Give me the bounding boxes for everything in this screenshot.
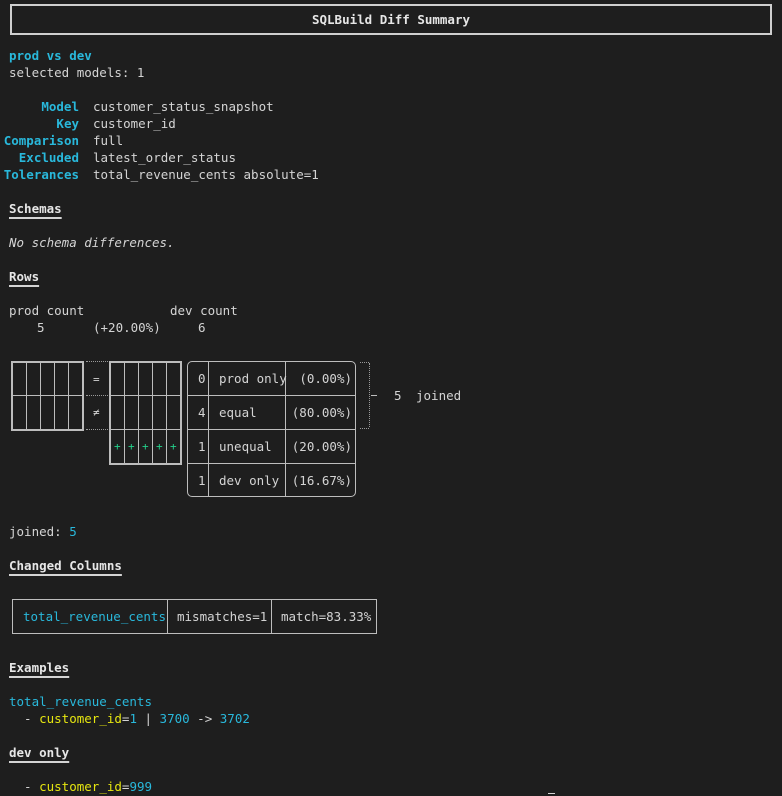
meta-value-model: customer_status_snapshot [93,99,274,114]
table-divider [167,600,168,633]
example-column-name: total_revenue_cents [9,694,152,709]
dev-only-key-label: customer_id [39,779,122,794]
list-bullet: - [9,779,40,794]
examples-heading: Examples [9,660,70,675]
equal-symbol: = [93,373,100,386]
connector-line [86,429,108,430]
breakdown-row-unequal: 1 unequal (20.00%) [188,430,355,464]
example-new-value: 3702 [219,711,250,726]
breakdown-label: prod only [219,371,287,386]
joined-summary-value: 5 [69,524,77,539]
not-equal-symbol: ≠ [93,406,100,419]
breakdown-pct: (0.00%) [299,371,352,386]
dev-count-value: 6 [198,320,206,335]
table-divider [271,600,272,633]
breakdown-count: 1 [198,473,206,488]
changed-column-mismatches: mismatches=1 [177,609,268,624]
meta-key-key: Key [56,116,79,131]
prod-rows-grid [11,361,84,431]
terminal-window: SQLBuild Diff Summary prod vs dev select… [0,0,782,796]
selected-models: selected models: 1 [9,65,145,80]
title-banner: SQLBuild Diff Summary [10,4,772,35]
joined-label: joined [416,388,462,403]
breakdown-count: 0 [198,371,206,386]
page-title: SQLBuild Diff Summary [311,12,471,27]
dev-only-heading: dev only [9,745,70,760]
grid-divider [26,363,27,429]
breakdown-count: 4 [198,405,206,420]
breakdown-label: dev only [219,473,280,488]
grid-divider [40,363,41,429]
breakdown-label: equal [219,405,257,420]
meta-value-tolerances: total_revenue_cents absolute=1 [93,167,319,182]
meta-key-model: Model [41,99,79,114]
example-old-value: 3700 [159,711,190,726]
breakdown-pct: (20.00%) [291,439,352,454]
prod-count-label: prod count [9,303,85,318]
grid-divider [152,363,153,463]
example-arrow: -> [189,711,220,726]
joined-bracket [360,428,369,429]
added-row-marker: + [170,440,177,453]
rows-heading: Rows [9,269,40,284]
example-key-value: 1 [129,711,137,726]
meta-value-key: customer_id [93,116,176,131]
schemas-message: No schema differences. [9,235,175,250]
added-row-marker: + [156,440,163,453]
connector-line [86,395,108,396]
connector-line [86,361,108,362]
meta-value-excluded: latest_order_status [93,150,236,165]
joined-bracket [371,395,377,396]
cursor [548,793,555,794]
joined-bracket [369,363,370,427]
grid-divider [54,363,55,429]
breakdown-pct: (16.67%) [291,473,352,488]
breakdown-label: unequal [219,439,272,454]
meta-value-comparison: full [93,133,124,148]
changed-columns-heading: Changed Columns [9,558,122,573]
breakdown-pct: (80.00%) [291,405,352,420]
grid-divider [111,395,180,396]
example-sep: | [136,711,160,726]
meta-key-tolerances: Tolerances [3,167,79,182]
grid-divider [138,363,139,463]
grid-divider [111,429,180,430]
joined-bracket [360,362,369,363]
breakdown-row-dev-only: 1 dev only (16.67%) [188,464,355,498]
dev-only-key-value: 999 [129,779,153,794]
joined-summary: joined: 5 [9,523,77,540]
added-row-marker: + [128,440,135,453]
dev-only-item: - customer_id=999 [9,778,152,795]
schemas-heading: Schemas [9,201,62,216]
grid-divider [68,363,69,429]
breakdown-count: 1 [198,439,206,454]
added-row-marker: + [142,440,149,453]
prod-count-value: 5 [37,320,45,335]
grid-divider [166,363,167,463]
comparison-header: prod vs dev [9,48,92,63]
meta-key-excluded: Excluded [18,150,79,165]
breakdown-row-prod-only: 0 prod only (0.00%) [188,362,355,396]
changed-column-name: total_revenue_cents [23,609,166,624]
example-item: - customer_id=1 | 3700 -> 3702 [9,710,250,727]
example-key-label: customer_id [39,711,122,726]
changed-column-match: match=83.33% [281,609,372,624]
grid-divider [124,363,125,463]
list-bullet: - [9,711,40,726]
meta-key-comparison: Comparison [3,133,79,148]
row-breakdown-table: 0 prod only (0.00%) 4 equal (80.00%) 1 u… [187,361,356,497]
grid-divider [13,395,82,396]
count-change: (+20.00%) [93,320,161,335]
breakdown-row-equal: 4 equal (80.00%) [188,396,355,430]
joined-summary-label: joined: [9,524,70,539]
added-row-marker: + [114,440,121,453]
dev-count-label: dev count [170,303,238,318]
changed-columns-table: total_revenue_cents mismatches=1 match=8… [12,599,377,634]
joined-count: 5 [394,388,402,403]
